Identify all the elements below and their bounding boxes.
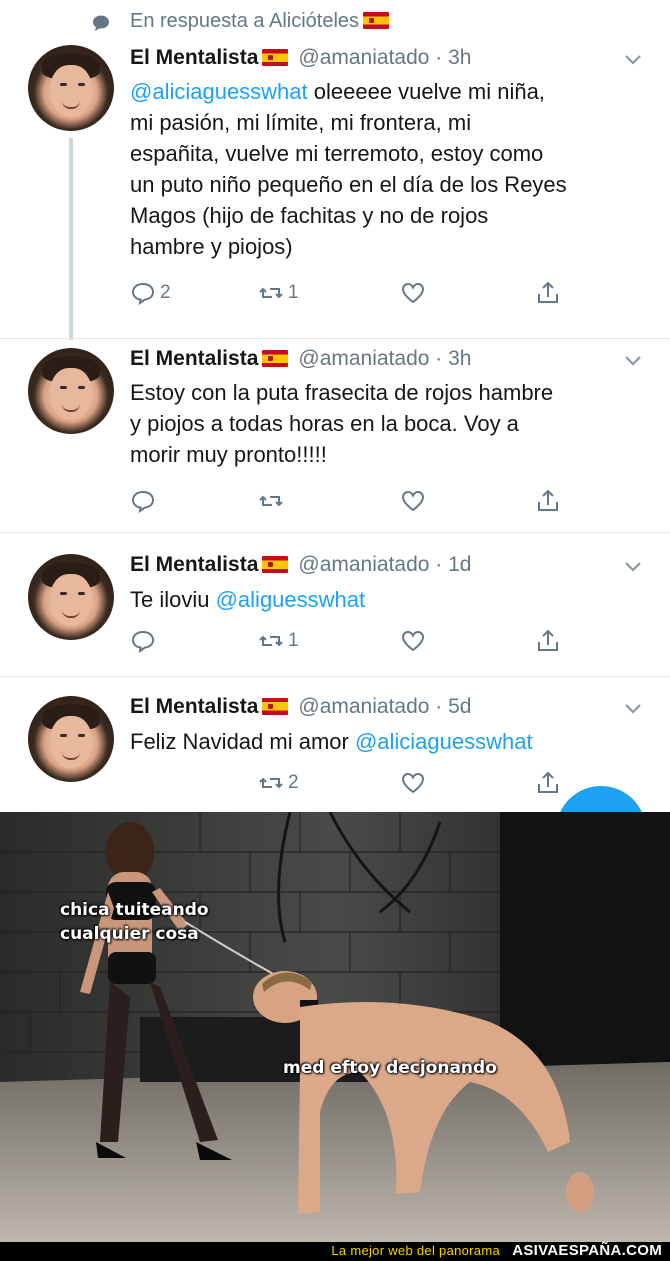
- share-button[interactable]: [535, 626, 561, 656]
- reply-button[interactable]: [130, 626, 156, 656]
- like-button[interactable]: [400, 768, 426, 798]
- reply-count: 2: [160, 282, 171, 303]
- spain-flag-icon: [262, 49, 289, 66]
- like-icon: [401, 282, 425, 304]
- retweet-button[interactable]: 1: [258, 626, 299, 656]
- tweet-header: El Mentalista @amaniatado · 3h: [130, 46, 472, 69]
- caption-left: chica tuiteando cualquier cosa: [60, 900, 209, 944]
- reply-context-text[interactable]: En respuesta a Alicióteles: [130, 10, 390, 33]
- speech-bubble-icon: [93, 15, 109, 31]
- tweet-header: El Mentalista @amaniatado · 3h: [130, 347, 472, 370]
- tweet-text: @aliciaguesswhat oleeeee vuelve mi niña,…: [130, 79, 567, 259]
- share-button[interactable]: [535, 768, 561, 798]
- tweet[interactable]: El Mentalista @amaniatado · 5d Feliz Navi…: [0, 680, 670, 812]
- tweet-header: El Mentalista @amaniatado · 1d: [130, 553, 472, 576]
- reply-icon: [131, 490, 155, 514]
- tweet-text: Te iloviu @aliguesswhat: [130, 587, 366, 612]
- tweet-actions: 2: [130, 768, 580, 798]
- display-name[interactable]: El Mentalista: [130, 347, 258, 370]
- share-icon: [538, 629, 558, 651]
- mention-link[interactable]: @aliciaguesswhat: [130, 79, 308, 104]
- avatar[interactable]: [28, 554, 114, 640]
- chevron-down-icon[interactable]: [624, 561, 642, 573]
- display-name[interactable]: El Mentalista: [130, 553, 258, 576]
- reply-button[interactable]: 2: [130, 278, 171, 308]
- mention-link[interactable]: @aliciaguesswhat: [355, 729, 533, 754]
- like-icon: [401, 630, 425, 652]
- retweet-count: 1: [288, 282, 299, 303]
- meme-image: chica tuiteando cualquier cosa med eftoy …: [0, 812, 670, 1242]
- timestamp[interactable]: 5d: [448, 695, 471, 718]
- share-icon: [538, 281, 558, 303]
- retweet-icon: [259, 777, 283, 789]
- chevron-down-icon[interactable]: [624, 54, 642, 66]
- timestamp[interactable]: 1d: [448, 553, 471, 576]
- reply-context: En respuesta a Alicióteles: [0, 0, 670, 40]
- spain-flag-icon: [363, 12, 390, 29]
- thread-connector: [69, 138, 73, 340]
- retweet-icon: [259, 495, 283, 507]
- share-button[interactable]: [535, 486, 561, 516]
- tweet-header: El Mentalista @amaniatado · 5d: [130, 695, 472, 718]
- retweet-count: 1: [288, 630, 299, 651]
- retweet-icon: [259, 635, 283, 647]
- footer-tagline: La mejor web del panorama: [331, 1243, 500, 1258]
- watermark-footer: La mejor web del panorama ASIVAESPAÑA.CO…: [0, 1242, 670, 1261]
- divider: [0, 532, 670, 533]
- timestamp[interactable]: 3h: [448, 347, 471, 370]
- tweet-thread: En respuesta a Alicióteles El Mentalista…: [0, 0, 670, 876]
- tweet-actions: 2 1: [130, 278, 580, 308]
- like-button[interactable]: [400, 486, 426, 516]
- timestamp[interactable]: 3h: [448, 46, 471, 69]
- handle[interactable]: @amaniatado: [298, 46, 429, 69]
- display-name[interactable]: El Mentalista: [130, 695, 258, 718]
- share-icon: [538, 489, 558, 511]
- tweet[interactable]: El Mentalista @amaniatado · 3h Estoy con …: [0, 340, 670, 530]
- avatar[interactable]: [28, 696, 114, 782]
- meme-scene: [0, 812, 670, 1242]
- tweet-actions: 1: [130, 626, 580, 656]
- chevron-down-icon[interactable]: [624, 703, 642, 715]
- reply-button[interactable]: [130, 486, 156, 516]
- display-name[interactable]: El Mentalista: [130, 46, 258, 69]
- share-icon: [538, 771, 558, 793]
- like-button[interactable]: [400, 626, 426, 656]
- divider: [0, 338, 670, 339]
- reply-icon: [131, 282, 155, 306]
- avatar[interactable]: [28, 348, 114, 434]
- share-button[interactable]: [535, 278, 561, 308]
- tweet-actions: [130, 486, 580, 516]
- divider: [0, 676, 670, 677]
- reply-icon: [131, 630, 155, 654]
- footer-brand[interactable]: ASIVAESPAÑA.COM: [512, 1242, 662, 1259]
- retweet-button[interactable]: 2: [258, 768, 299, 798]
- tweet-text: Feliz Navidad mi amor @aliciaguesswhat: [130, 729, 533, 754]
- spain-flag-icon: [262, 556, 289, 573]
- retweet-count: 2: [288, 772, 299, 793]
- chevron-down-icon[interactable]: [624, 355, 642, 367]
- spain-flag-icon: [262, 350, 289, 367]
- retweet-icon: [259, 287, 283, 299]
- like-icon: [401, 490, 425, 512]
- tweet-text: Estoy con la puta frasecita de rojos ham…: [130, 380, 554, 467]
- avatar[interactable]: [28, 45, 114, 131]
- handle[interactable]: @amaniatado: [298, 347, 429, 370]
- handle[interactable]: @amaniatado: [298, 553, 429, 576]
- retweet-button[interactable]: 1: [258, 278, 299, 308]
- spain-flag-icon: [262, 698, 289, 715]
- like-button[interactable]: [400, 278, 426, 308]
- handle[interactable]: @amaniatado: [298, 695, 429, 718]
- like-icon: [401, 772, 425, 794]
- tweet[interactable]: El Mentalista @amaniatado · 1d Te iloviu …: [0, 540, 670, 675]
- retweet-button[interactable]: [258, 486, 284, 516]
- tweet[interactable]: El Mentalista @amaniatado · 3h @aliciague…: [0, 40, 670, 340]
- mention-link[interactable]: @aliguesswhat: [216, 587, 366, 612]
- caption-right: med eftoy decjonando: [283, 1058, 497, 1078]
